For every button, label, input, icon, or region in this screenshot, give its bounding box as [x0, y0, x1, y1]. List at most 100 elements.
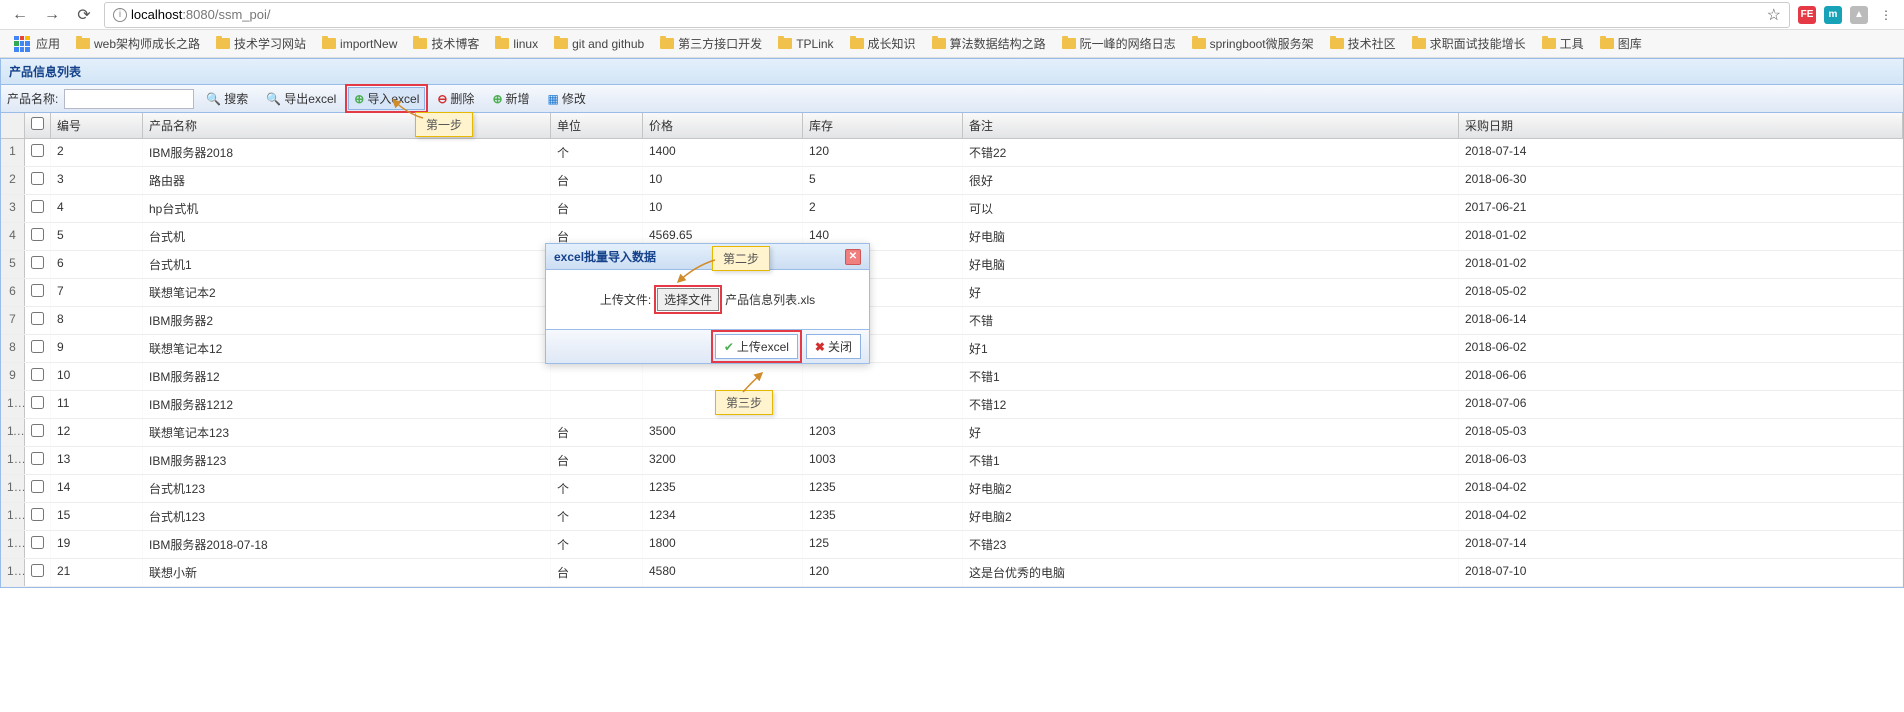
col-stock[interactable]: 库存 [803, 113, 963, 138]
bookmark-item[interactable]: web架构师成长之路 [70, 33, 206, 54]
row-checkbox[interactable] [25, 447, 51, 474]
info-icon[interactable]: i [113, 8, 127, 22]
col-id[interactable]: 编号 [51, 113, 143, 138]
cell-unit: 个 [551, 475, 643, 502]
cell-remark: 不错 [963, 307, 1459, 334]
cell-unit [551, 391, 643, 418]
apps-button[interactable]: 应用 [8, 33, 66, 54]
cell-name: IBM服务器123 [143, 447, 551, 474]
cell-price: 1400 [643, 139, 803, 166]
dialog-close-icon[interactable]: ✕ [845, 249, 861, 265]
row-number: 1 [1, 139, 25, 166]
table-row[interactable]: 34hp台式机台102可以2017-06-21 [1, 195, 1903, 223]
bookmark-item[interactable]: 技术社区 [1324, 33, 1402, 54]
cell-id: 8 [51, 307, 143, 334]
row-number: 6 [1, 279, 25, 306]
row-checkbox[interactable] [25, 475, 51, 502]
extension-m-icon[interactable]: m [1824, 6, 1842, 24]
col-unit[interactable]: 单位 [551, 113, 643, 138]
product-name-input[interactable] [64, 89, 194, 109]
row-number: 11 [1, 419, 25, 446]
bookmark-item[interactable]: 图库 [1594, 33, 1648, 54]
cell-remark: 不错23 [963, 531, 1459, 558]
cell-stock: 2 [803, 195, 963, 222]
cell-remark: 不错1 [963, 363, 1459, 390]
row-checkbox[interactable] [25, 223, 51, 250]
add-button[interactable]: ⊕新增 [486, 87, 535, 110]
bookmark-item[interactable]: springboot微服务架 [1186, 33, 1320, 54]
bookmark-item[interactable]: 技术博客 [407, 33, 485, 54]
row-number: 4 [1, 223, 25, 250]
folder-icon [76, 38, 90, 49]
extension-fe-icon[interactable]: FE [1798, 6, 1816, 24]
row-checkbox[interactable] [25, 139, 51, 166]
search-button[interactable]: 🔍搜索 [200, 87, 254, 110]
back-button[interactable]: ← [8, 3, 32, 27]
browser-menu-icon[interactable]: ⋮ [1876, 8, 1896, 22]
close-button[interactable]: ✖关闭 [806, 334, 861, 359]
bookmark-item[interactable]: 工具 [1536, 33, 1590, 54]
col-date[interactable]: 采购日期 [1459, 113, 1903, 138]
extension-user-icon[interactable]: ▲ [1850, 6, 1868, 24]
bookmark-item[interactable]: git and github [548, 33, 650, 54]
cell-name: 联想笔记本123 [143, 419, 551, 446]
bookmark-item[interactable]: 阮一峰的网络日志 [1056, 33, 1182, 54]
table-row[interactable]: 1415台式机123个12341235好电脑22018-04-02 [1, 503, 1903, 531]
row-checkbox[interactable] [25, 251, 51, 278]
table-row[interactable]: 1519IBM服务器2018-07-18个1800125不错232018-07-… [1, 531, 1903, 559]
export-excel-button[interactable]: 🔍导出excel [260, 87, 342, 110]
row-checkbox[interactable] [25, 531, 51, 558]
table-row[interactable]: 1011IBM服务器1212不错122018-07-06 [1, 391, 1903, 419]
table-row[interactable]: 1314台式机123个12351235好电脑22018-04-02 [1, 475, 1903, 503]
bookmark-item[interactable]: 技术学习网站 [210, 33, 312, 54]
table-row[interactable]: 89联想笔记本12好12018-06-02 [1, 335, 1903, 363]
row-checkbox[interactable] [25, 391, 51, 418]
dialog-header[interactable]: excel批量导入数据 ✕ [546, 244, 869, 270]
bookmark-item[interactable]: TPLink [772, 33, 839, 54]
delete-button[interactable]: ⊖删除 [431, 87, 480, 110]
row-checkbox[interactable] [25, 279, 51, 306]
row-checkbox[interactable] [25, 335, 51, 362]
table-row[interactable]: 23路由器台105很好2018-06-30 [1, 167, 1903, 195]
row-checkbox[interactable] [25, 307, 51, 334]
choose-file-button[interactable]: 选择文件 [657, 288, 719, 311]
row-checkbox[interactable] [25, 419, 51, 446]
cell-remark: 好电脑 [963, 251, 1459, 278]
table-row[interactable]: 78IBM服务器2不错2018-06-14 [1, 307, 1903, 335]
bookmark-star-icon[interactable]: ☆ [1767, 5, 1781, 25]
row-number: 9 [1, 363, 25, 390]
table-row[interactable]: 1112联想笔记本123台35001203好2018-05-03 [1, 419, 1903, 447]
table-row[interactable]: 56台式机1好电脑2018-01-02 [1, 251, 1903, 279]
table-row[interactable]: 67联想笔记本2好2018-05-02 [1, 279, 1903, 307]
table-row[interactable]: 1621联想小新台4580120这是台优秀的电脑2018-07-10 [1, 559, 1903, 587]
upload-excel-button[interactable]: ✔上传excel [715, 334, 798, 359]
table-row[interactable]: 45台式机台4569.65140好电脑2018-01-02 [1, 223, 1903, 251]
row-checkbox[interactable] [25, 503, 51, 530]
row-checkbox[interactable] [25, 363, 51, 390]
folder-icon [1542, 38, 1556, 49]
folder-icon [1330, 38, 1344, 49]
import-excel-button[interactable]: ⊕导入excel [348, 87, 425, 110]
address-bar[interactable]: i localhost:8080/ssm_poi/ ☆ [104, 2, 1790, 28]
row-checkbox[interactable] [25, 167, 51, 194]
row-checkbox[interactable] [25, 195, 51, 222]
table-row[interactable]: 1213IBM服务器123台32001003不错12018-06-03 [1, 447, 1903, 475]
bookmark-item[interactable]: 求职面试技能增长 [1406, 33, 1532, 54]
forward-button[interactable]: → [40, 3, 64, 27]
checkbox-header[interactable] [25, 113, 51, 138]
table-row[interactable]: 12IBM服务器2018个1400120不错222018-07-14 [1, 139, 1903, 167]
reload-button[interactable]: ⟳ [72, 3, 96, 27]
col-remark[interactable]: 备注 [963, 113, 1459, 138]
bookmark-item[interactable]: 成长知识 [844, 33, 922, 54]
col-price[interactable]: 价格 [643, 113, 803, 138]
row-checkbox[interactable] [25, 559, 51, 586]
table-row[interactable]: 910IBM服务器12不错12018-06-06 [1, 363, 1903, 391]
cell-id: 3 [51, 167, 143, 194]
edit-button[interactable]: ▦修改 [542, 87, 592, 110]
bookmark-item[interactable]: importNew [316, 33, 403, 54]
bookmark-item[interactable]: 第三方接口开发 [654, 33, 768, 54]
col-name[interactable]: 产品名称 [143, 113, 551, 138]
folder-icon [778, 38, 792, 49]
bookmark-item[interactable]: 算法数据结构之路 [926, 33, 1052, 54]
bookmark-item[interactable]: linux [489, 33, 544, 54]
